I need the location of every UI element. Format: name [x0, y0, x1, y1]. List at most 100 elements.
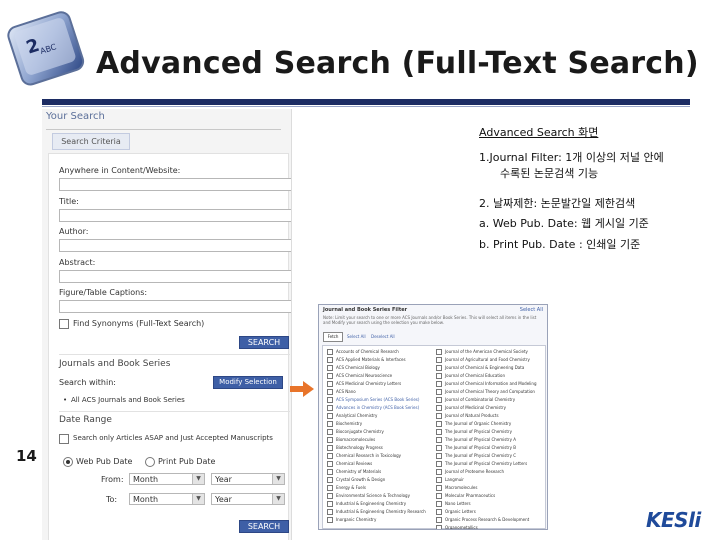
journal-checkbox[interactable]: [436, 389, 442, 395]
search-button-2[interactable]: SEARCH: [239, 520, 289, 533]
journal-checkbox[interactable]: [327, 413, 333, 419]
tab-search-criteria[interactable]: Search Criteria: [52, 133, 130, 150]
synonyms-checkbox[interactable]: [59, 319, 69, 329]
journal-list-item[interactable]: The Journal of Physical Chemistry B: [436, 445, 516, 451]
journal-checkbox[interactable]: [436, 365, 442, 371]
journal-list-item[interactable]: Journal of Medicinal Chemistry: [436, 405, 506, 411]
journal-checkbox[interactable]: [436, 493, 442, 499]
print-pub-date-radio[interactable]: [145, 457, 155, 467]
journal-list-item[interactable]: Industrial & Engineering Chemistry: [327, 501, 406, 507]
journal-list-item[interactable]: Advances in Chemistry (ACS Book Series): [327, 405, 419, 411]
journal-list-item[interactable]: The Journal of Physical Chemistry C: [436, 453, 516, 459]
journal-list-item[interactable]: Journal of Proteome Research: [436, 469, 504, 475]
journal-list-item[interactable]: Biomacromolecules: [327, 437, 375, 443]
journal-checkbox[interactable]: [436, 461, 442, 467]
journal-checkbox[interactable]: [436, 469, 442, 475]
journal-checkbox[interactable]: [436, 509, 442, 515]
journal-list-item[interactable]: The Journal of Physical Chemistry Letter…: [436, 461, 527, 467]
journal-checkbox[interactable]: [327, 421, 333, 427]
journal-list-item[interactable]: Journal of Combinatorial Chemistry: [436, 397, 515, 403]
journal-list-item[interactable]: Journal of Chemical Education: [436, 373, 505, 379]
journal-list-item[interactable]: The Journal of Organic Chemistry: [436, 421, 511, 427]
journal-list-item[interactable]: Biochemistry: [327, 421, 362, 427]
journal-checkbox[interactable]: [327, 357, 333, 363]
journal-checkbox[interactable]: [327, 485, 333, 491]
journal-list-item[interactable]: Journal of the American Chemical Society: [436, 349, 528, 355]
journal-list-item[interactable]: Inorganic Chemistry: [327, 517, 376, 523]
search-button[interactable]: SEARCH: [239, 336, 289, 349]
journal-list-item[interactable]: Environmental Science & Technology: [327, 493, 410, 499]
journal-list-item[interactable]: The Journal of Physical Chemistry: [436, 429, 512, 435]
anywhere-input[interactable]: [59, 178, 291, 191]
journal-list-item[interactable]: Biotechnology Progress: [327, 445, 383, 451]
journal-checkbox[interactable]: [327, 501, 333, 507]
journal-list-item[interactable]: Bioconjugate Chemistry: [327, 429, 384, 435]
journal-checkbox[interactable]: [436, 397, 442, 403]
journal-list-item[interactable]: Journal of Agricultural and Food Chemist…: [436, 357, 530, 363]
journal-checkbox[interactable]: [436, 453, 442, 459]
journal-list-item[interactable]: ACS Symposium Series (ACS Book Series): [327, 397, 419, 403]
journal-checkbox[interactable]: [327, 477, 333, 483]
journal-list-item[interactable]: Nano Letters: [436, 501, 471, 507]
author-input[interactable]: [59, 239, 291, 252]
journal-list-item[interactable]: Journal of Chemical Information and Mode…: [436, 381, 536, 387]
journal-list-item[interactable]: ACS Chemical Biology: [327, 365, 380, 371]
journal-list-item[interactable]: Accounts of Chemical Research: [327, 349, 399, 355]
journal-list-item[interactable]: Chemical Research in Toxicology: [327, 453, 401, 459]
journal-list-item[interactable]: Organic Process Research & Development: [436, 517, 529, 523]
asap-checkbox[interactable]: [59, 434, 69, 444]
deselect-all-link[interactable]: Deselect All: [371, 334, 395, 339]
journal-checkbox[interactable]: [327, 445, 333, 451]
journal-list-item[interactable]: Organometallics: [436, 525, 478, 529]
journal-checkbox[interactable]: [436, 421, 442, 427]
journal-list-item[interactable]: ACS Applied Materials & Interfaces: [327, 357, 406, 363]
journal-list-item[interactable]: Langmuir: [436, 477, 464, 483]
journal-checkbox[interactable]: [436, 477, 442, 483]
journal-checkbox[interactable]: [327, 389, 333, 395]
journal-checkbox[interactable]: [327, 493, 333, 499]
journal-checkbox[interactable]: [436, 485, 442, 491]
journal-checkbox[interactable]: [327, 469, 333, 475]
dialog-close-link[interactable]: Select All: [520, 307, 543, 313]
journal-list-item[interactable]: Energy & Fuels: [327, 485, 366, 491]
journal-checkbox[interactable]: [436, 381, 442, 387]
journal-checkbox[interactable]: [436, 373, 442, 379]
to-year-select[interactable]: Year ▼: [211, 493, 285, 505]
journal-list-item[interactable]: Journal of Natural Products: [436, 413, 499, 419]
journal-list-item[interactable]: ACS Chemical Neuroscience: [327, 373, 392, 379]
captions-input[interactable]: [59, 300, 291, 313]
journal-checkbox[interactable]: [436, 429, 442, 435]
journal-checkbox[interactable]: [436, 405, 442, 411]
journal-list-item[interactable]: Macromolecules: [436, 485, 477, 491]
journal-checkbox[interactable]: [327, 461, 333, 467]
to-month-select[interactable]: Month ▼: [129, 493, 205, 505]
from-month-select[interactable]: Month ▼: [129, 473, 205, 485]
journal-list-item[interactable]: Chemistry of Materials: [327, 469, 381, 475]
journal-checkbox[interactable]: [327, 373, 333, 379]
journal-checkbox[interactable]: [327, 517, 333, 523]
journal-list-item[interactable]: ACS Medicinal Chemistry Letters: [327, 381, 401, 387]
modify-selection-button[interactable]: Modify Selection: [213, 376, 283, 389]
journal-checkbox[interactable]: [436, 349, 442, 355]
journal-checkbox[interactable]: [327, 453, 333, 459]
journal-checkbox[interactable]: [327, 509, 333, 515]
journal-checkbox[interactable]: [327, 381, 333, 387]
journal-checkbox[interactable]: [327, 405, 333, 411]
journal-list-item[interactable]: Crystal Growth & Design: [327, 477, 385, 483]
journal-list-item[interactable]: Chemical Reviews: [327, 461, 372, 467]
journal-checkbox[interactable]: [436, 445, 442, 451]
dialog-fetch-button[interactable]: Fetch: [323, 332, 343, 342]
select-all-link[interactable]: Select All: [347, 334, 366, 339]
title-input[interactable]: [59, 209, 291, 222]
journal-checkbox[interactable]: [436, 501, 442, 507]
web-pub-date-radio[interactable]: [63, 457, 73, 467]
journal-checkbox[interactable]: [327, 397, 333, 403]
journal-checkbox[interactable]: [436, 437, 442, 443]
journal-list-item[interactable]: Analytical Chemistry: [327, 413, 377, 419]
journal-list-item[interactable]: Organic Letters: [436, 509, 476, 515]
journal-list-item[interactable]: Industrial & Engineering Chemistry Resea…: [327, 509, 426, 515]
journal-checkbox[interactable]: [436, 413, 442, 419]
journal-list-item[interactable]: ACS Nano: [327, 389, 356, 395]
abstract-input[interactable]: [59, 270, 291, 283]
journal-checkbox[interactable]: [327, 429, 333, 435]
